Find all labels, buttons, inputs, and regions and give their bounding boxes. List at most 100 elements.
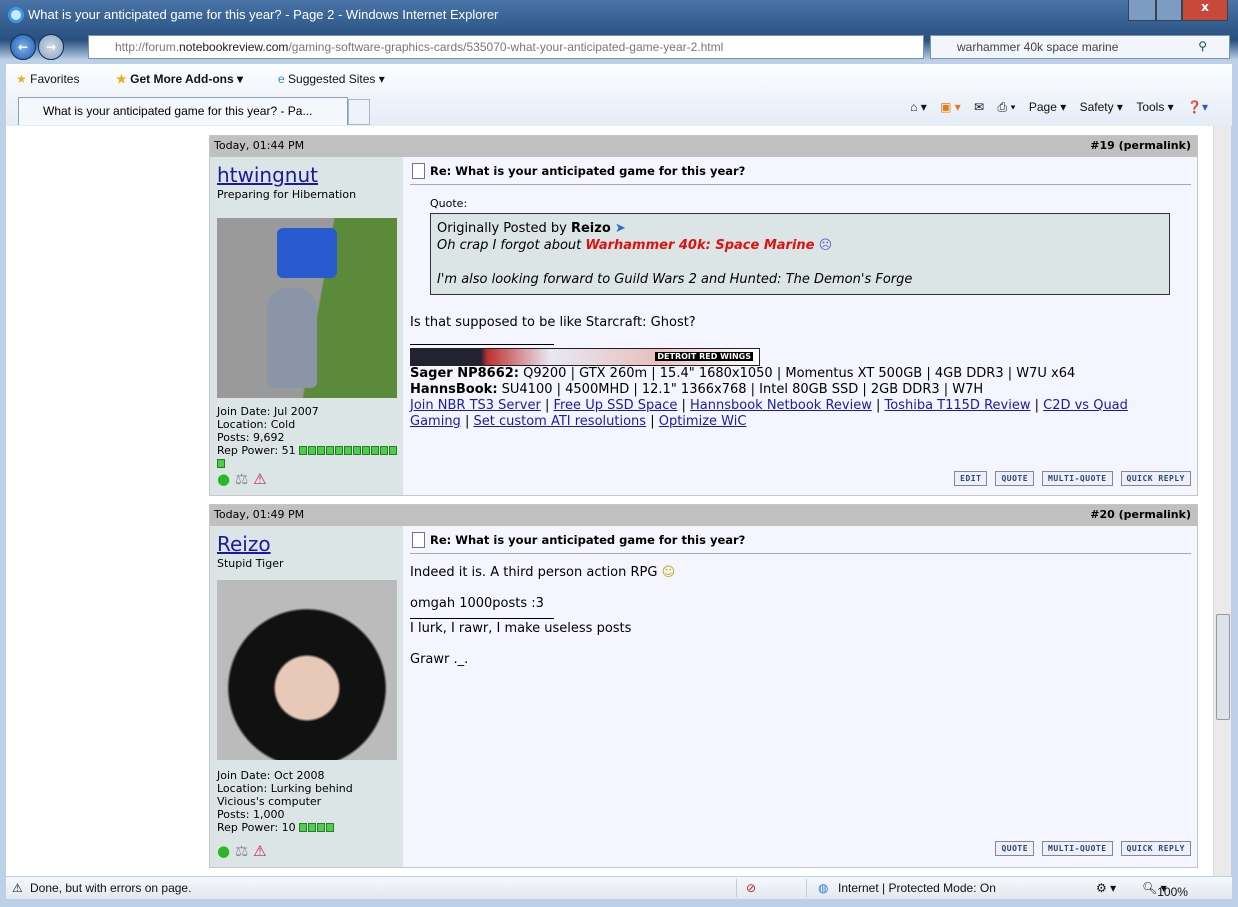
status-bar: ⚠ Done, but with errors on page. ⊘ ◍ Int… bbox=[6, 877, 1232, 899]
post-text: Is that supposed to be like Starcraft: G… bbox=[410, 315, 696, 330]
rep-bar bbox=[308, 823, 317, 832]
reputation-icon[interactable]: ⚖ bbox=[235, 470, 248, 488]
post-text: omgah 1000posts :3 bbox=[410, 596, 544, 611]
rep-bar bbox=[344, 446, 353, 455]
view-post-icon[interactable]: ➤ bbox=[615, 221, 626, 236]
post-title: Re: What is your anticipated game for th… bbox=[410, 526, 1191, 554]
post-count: Posts: 9,692 bbox=[217, 431, 285, 444]
ie-icon: e bbox=[278, 72, 285, 86]
multi-quote-button[interactable]: MULTI-QUOTE bbox=[1042, 471, 1113, 486]
print-icon[interactable]: ⎙ ▾ bbox=[998, 100, 1016, 114]
sad-smiley-icon: ☹ bbox=[818, 238, 833, 253]
scrollbar-thumb[interactable] bbox=[1216, 614, 1230, 720]
quote-label: Quote: bbox=[430, 197, 468, 210]
page-menu[interactable]: Page ▾ bbox=[1029, 100, 1066, 114]
ie-logo-icon bbox=[8, 7, 24, 23]
location: Location: Cold bbox=[217, 418, 296, 431]
sig-link[interactable]: Optimize WiC bbox=[659, 414, 747, 429]
sig-link[interactable]: Free Up SSD Space bbox=[553, 398, 677, 413]
quote-button[interactable]: QUOTE bbox=[995, 471, 1035, 486]
online-status-icon: ● bbox=[217, 842, 231, 860]
quick-reply-button[interactable]: QUICK REPLY bbox=[1120, 471, 1191, 486]
permalink[interactable]: permalink bbox=[1124, 508, 1186, 521]
rep-bar bbox=[353, 446, 362, 455]
post-title: Re: What is your anticipated game for th… bbox=[410, 157, 1191, 185]
post-date: Today, 01:44 PM bbox=[214, 139, 305, 152]
back-button[interactable]: ← bbox=[10, 34, 36, 60]
address-bar[interactable]: http://forum.notebookreview.com/gaming-s… bbox=[88, 35, 924, 59]
post: Today, 01:49 PM #20 (permalink) Reizo Stu… bbox=[209, 504, 1198, 868]
rep-bar bbox=[299, 446, 308, 455]
join-date: Join Date: Oct 2008 bbox=[217, 769, 325, 782]
new-tab-button[interactable] bbox=[348, 99, 370, 125]
close-button[interactable]: x bbox=[1182, 0, 1228, 21]
privacy-icon[interactable]: ⊘ bbox=[746, 881, 756, 895]
post: Today, 01:44 PM #19 (permalink) htwingnut… bbox=[209, 135, 1198, 496]
quote-box: Originally Posted by Reizo ➤ Oh crap I f… bbox=[430, 213, 1170, 295]
tools-menu[interactable]: Tools ▾ bbox=[1136, 100, 1173, 114]
sig-link[interactable]: Toshiba T115D Review bbox=[885, 398, 1031, 413]
get-addons-link[interactable]: ★ Get More Add-ons ▾ bbox=[116, 72, 243, 86]
signature-banner: DETROIT RED WINGS bbox=[410, 348, 760, 366]
rep-bar bbox=[308, 446, 317, 455]
permalink[interactable]: permalink bbox=[1124, 139, 1186, 152]
add-favorite-icon: ★ bbox=[116, 72, 127, 86]
online-status-icon: ● bbox=[217, 470, 231, 488]
vertical-scrollbar[interactable] bbox=[1213, 126, 1231, 876]
sig-link[interactable]: Set custom ATI resolutions bbox=[473, 414, 646, 429]
rep-power: Rep Power: 10 bbox=[217, 821, 387, 834]
user-title: Preparing for Hibernation bbox=[217, 188, 357, 201]
quote-button[interactable]: QUOTE bbox=[995, 841, 1035, 856]
page-content: Today, 01:44 PM #19 (permalink) htwingnut… bbox=[6, 126, 1213, 876]
reputation-icon[interactable]: ⚖ bbox=[235, 842, 248, 860]
sig-link[interactable]: Hannsbook Netbook Review bbox=[690, 398, 872, 413]
signature-text: I lurk, I rawr, I make useless posts bbox=[410, 621, 632, 636]
tab-current[interactable]: What is your anticipated game for this y… bbox=[18, 97, 348, 125]
title-bar: What is your anticipated game for this y… bbox=[0, 0, 1238, 30]
home-icon[interactable]: ⌂ ▾ bbox=[910, 100, 927, 114]
report-post-icon[interactable]: ⚠ bbox=[253, 470, 266, 488]
signature-text: Grawr ._. bbox=[410, 652, 469, 667]
multi-quote-button[interactable]: MULTI-QUOTE bbox=[1042, 841, 1113, 856]
globe-icon: ◍ bbox=[818, 881, 829, 895]
minimize-button[interactable] bbox=[1128, 0, 1156, 21]
rep-bar bbox=[326, 446, 335, 455]
zoom-level[interactable]: 🔍︎ 100% ▾ bbox=[1142, 881, 1188, 899]
rep-bar bbox=[317, 446, 326, 455]
rep-bar bbox=[389, 446, 398, 455]
forward-button[interactable]: → bbox=[38, 34, 64, 60]
rep-bar bbox=[317, 823, 326, 832]
suggested-sites-link[interactable]: e Suggested Sites ▾ bbox=[278, 72, 385, 86]
rep-bar bbox=[299, 823, 308, 832]
warning-icon[interactable]: ⚠ bbox=[12, 881, 23, 895]
user-title: Stupid Tiger bbox=[217, 557, 284, 570]
mail-icon[interactable]: ✉ bbox=[974, 100, 984, 114]
window-title: What is your anticipated game for this y… bbox=[28, 7, 499, 22]
avatar bbox=[217, 580, 397, 760]
smiley-icon: ☺ bbox=[661, 565, 676, 580]
star-icon: ★ bbox=[16, 72, 27, 86]
avatar bbox=[217, 218, 397, 398]
quick-reply-button[interactable]: QUICK REPLY bbox=[1120, 841, 1191, 856]
edit-button[interactable]: EDIT bbox=[954, 471, 988, 486]
username-link[interactable]: Reizo bbox=[217, 532, 396, 556]
username-link[interactable]: htwingnut bbox=[217, 163, 396, 187]
rss-icon[interactable]: ▣ ▾ bbox=[940, 100, 961, 114]
ie-window: What is your anticipated game for this y… bbox=[0, 0, 1238, 907]
rep-bar bbox=[335, 446, 344, 455]
search-icon[interactable]: ⚲ bbox=[1198, 39, 1207, 53]
rep-bar bbox=[326, 823, 335, 832]
rep-bar bbox=[362, 446, 371, 455]
post-date: Today, 01:49 PM bbox=[214, 508, 305, 521]
report-post-icon[interactable]: ⚠ bbox=[253, 842, 266, 860]
help-icon[interactable]: ❓▾ bbox=[1187, 100, 1208, 114]
safety-menu[interactable]: Safety ▾ bbox=[1080, 100, 1123, 114]
location: Location: Lurking behind Vicious's compu… bbox=[217, 782, 353, 808]
favorites-button[interactable]: ★ Favorites bbox=[16, 72, 79, 86]
compat-icon[interactable]: ⚙ ▾ bbox=[1096, 881, 1116, 895]
search-input[interactable]: warhammer 40k space marine ⚲ bbox=[930, 35, 1230, 59]
sig-link[interactable]: Join NBR TS3 Server bbox=[410, 398, 541, 413]
post-count: Posts: 1,000 bbox=[217, 808, 285, 821]
maximize-button[interactable] bbox=[1156, 0, 1182, 21]
rep-bar bbox=[380, 446, 389, 455]
